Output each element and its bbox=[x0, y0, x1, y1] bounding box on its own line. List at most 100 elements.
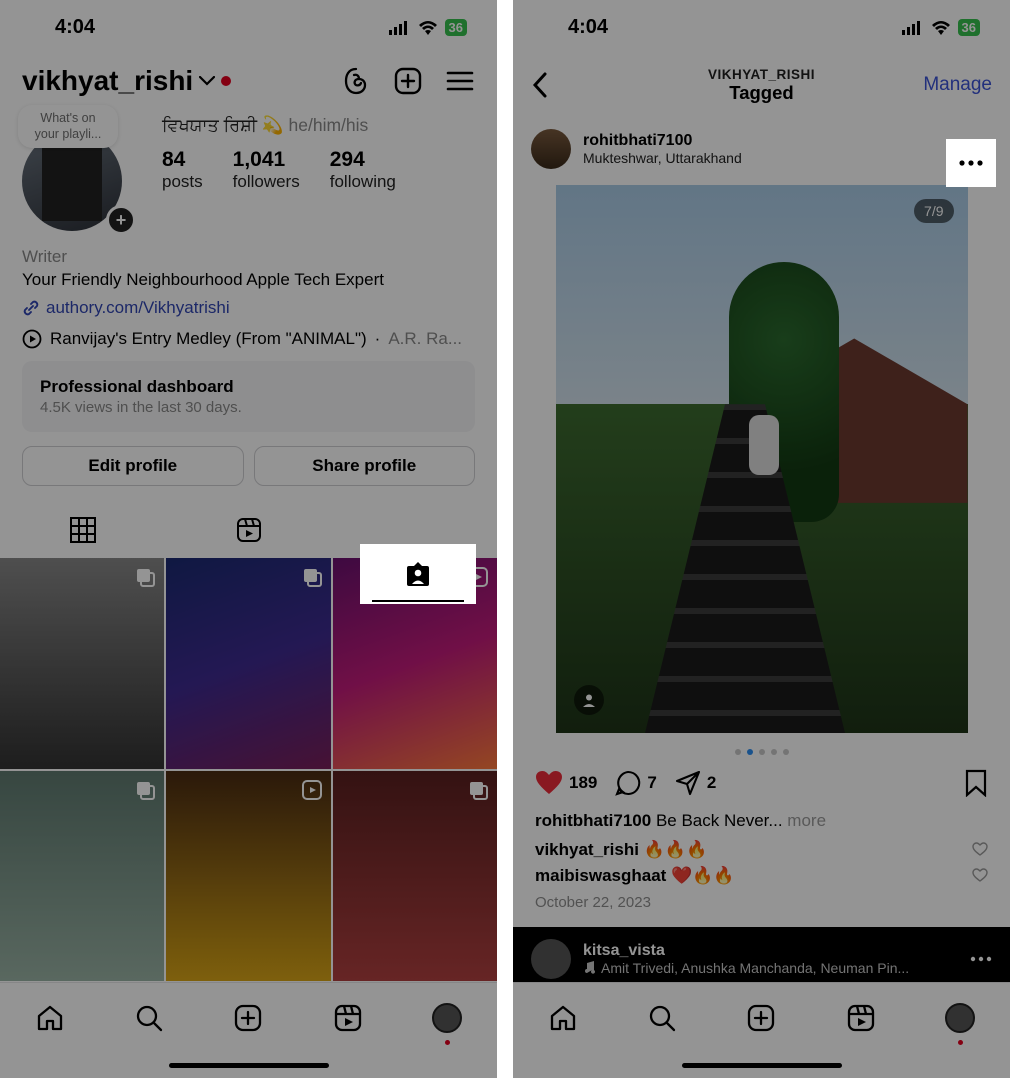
tab-reels[interactable] bbox=[166, 502, 332, 558]
share-button[interactable]: 2 bbox=[675, 770, 716, 796]
save-button[interactable] bbox=[964, 769, 988, 797]
avatar-area[interactable]: What's on your playli... + bbox=[22, 115, 132, 231]
bio: Writer Your Friendly Neighbourhood Apple… bbox=[0, 231, 497, 329]
highlight-tagged-tab[interactable] bbox=[360, 544, 476, 604]
nav-search[interactable] bbox=[643, 999, 681, 1037]
add-story-badge[interactable]: + bbox=[106, 205, 136, 235]
stat-followers[interactable]: 1,041followers bbox=[233, 148, 300, 192]
bottom-nav bbox=[513, 982, 1010, 1078]
stat-posts[interactable]: 84posts bbox=[162, 148, 203, 192]
next-more-button[interactable] bbox=[970, 956, 992, 962]
music-note-icon bbox=[583, 961, 595, 975]
music-row[interactable]: Ranvijay's Entry Medley (From "ANIMAL") … bbox=[0, 329, 497, 361]
carousel-icon bbox=[134, 566, 156, 588]
nav-profile[interactable] bbox=[428, 999, 466, 1037]
reels-icon bbox=[235, 516, 263, 544]
chevron-left-icon bbox=[531, 71, 549, 99]
post-header: rohitbhati7100 Mukteshwar, Uttarakhand bbox=[513, 119, 1010, 179]
username-dropdown[interactable]: vikhyat_rishi bbox=[22, 65, 231, 97]
battery-badge: 36 bbox=[445, 19, 467, 36]
cellular-icon bbox=[389, 21, 411, 35]
comment-icon bbox=[615, 770, 641, 796]
bio-link[interactable]: authory.com/Vikhyatrishi bbox=[22, 296, 475, 319]
nav-dot-icon bbox=[958, 1040, 963, 1045]
plus-box-icon bbox=[233, 1003, 263, 1033]
nav-home[interactable] bbox=[31, 999, 69, 1037]
reel-badge-icon bbox=[301, 779, 323, 801]
edit-profile-button[interactable]: Edit profile bbox=[22, 446, 244, 486]
action-bar: 189 7 2 bbox=[513, 769, 1010, 809]
notification-dot-icon bbox=[221, 76, 231, 86]
grid-item[interactable] bbox=[0, 558, 164, 768]
tab-grid[interactable] bbox=[0, 502, 166, 558]
bio-text: Your Friendly Neighbourhood Apple Tech E… bbox=[22, 268, 475, 291]
comment-row[interactable]: vikhyat_rishi 🔥🔥🔥 bbox=[513, 840, 1010, 860]
carousel-icon bbox=[467, 779, 489, 801]
post-date: October 22, 2023 bbox=[513, 886, 1010, 927]
home-icon bbox=[548, 1003, 578, 1033]
more-dots-icon bbox=[970, 956, 992, 962]
grid-item[interactable] bbox=[333, 771, 497, 981]
cellular-icon bbox=[902, 21, 924, 35]
manage-link[interactable]: Manage bbox=[923, 74, 992, 96]
like-button[interactable]: 189 bbox=[535, 770, 597, 796]
post-image[interactable]: 7/9 bbox=[556, 185, 968, 733]
profile-row: What's on your playli... + ਵਿਖਯਾਤ ਰਿਸ਼ੀ … bbox=[0, 115, 497, 231]
tagged-people-pill[interactable] bbox=[574, 685, 604, 715]
reels-nav-icon bbox=[846, 1003, 876, 1033]
comment-row[interactable]: maibiswasghaat ❤️🔥🔥 bbox=[513, 866, 1010, 886]
heart-outline-icon[interactable] bbox=[972, 842, 988, 857]
nav-home[interactable] bbox=[544, 999, 582, 1037]
dashboard-card[interactable]: Professional dashboard 4.5K views in the… bbox=[22, 361, 475, 432]
bio-category: Writer bbox=[22, 245, 475, 268]
tagged-icon bbox=[402, 558, 434, 590]
more-link[interactable]: more bbox=[787, 811, 826, 830]
threads-icon[interactable] bbox=[341, 66, 371, 96]
battery-badge: 36 bbox=[958, 19, 980, 36]
home-icon bbox=[35, 1003, 65, 1033]
note-bubble[interactable]: What's on your playli... bbox=[18, 105, 118, 148]
post-avatar[interactable] bbox=[531, 129, 571, 169]
music-artist: A.R. Ra... bbox=[388, 329, 462, 349]
highlight-more-button[interactable] bbox=[946, 139, 996, 187]
nav-avatar-icon bbox=[945, 1003, 975, 1033]
heart-outline-icon[interactable] bbox=[972, 868, 988, 883]
nav-search[interactable] bbox=[130, 999, 168, 1037]
post-username[interactable]: rohitbhati7100 bbox=[583, 132, 742, 150]
nav-create[interactable] bbox=[742, 999, 780, 1037]
create-icon[interactable] bbox=[393, 66, 423, 96]
nav-avatar-icon bbox=[432, 1003, 462, 1033]
grid-item[interactable] bbox=[0, 771, 164, 981]
carousel-pager bbox=[513, 749, 1010, 755]
menu-icon[interactable] bbox=[445, 69, 475, 93]
stat-following[interactable]: 294following bbox=[330, 148, 396, 192]
post-location[interactable]: Mukteshwar, Uttarakhand bbox=[583, 150, 742, 166]
status-right: 36 bbox=[389, 19, 467, 36]
grid-item[interactable] bbox=[166, 558, 330, 768]
wifi-icon bbox=[930, 20, 952, 36]
music-title: Ranvijay's Entry Medley (From "ANIMAL") bbox=[50, 329, 367, 349]
display-name: ਵਿਖਯਾਤ ਰਿਸ਼ੀ 💫 he/him/his bbox=[162, 115, 475, 136]
link-icon bbox=[22, 299, 40, 317]
nav-reels[interactable] bbox=[842, 999, 880, 1037]
nav-profile[interactable] bbox=[941, 999, 979, 1037]
post-grid bbox=[0, 558, 497, 981]
bottom-nav bbox=[0, 982, 497, 1078]
grid-icon bbox=[69, 516, 97, 544]
back-button[interactable] bbox=[531, 71, 571, 99]
grid-item[interactable] bbox=[166, 771, 330, 981]
heart-icon bbox=[535, 770, 563, 796]
next-music: Amit Trivedi, Anushka Manchanda, Neuman … bbox=[583, 960, 909, 976]
status-right: 36 bbox=[902, 19, 980, 36]
nav-reels[interactable] bbox=[329, 999, 367, 1037]
status-time: 4:04 bbox=[568, 16, 608, 39]
pronouns: he/him/his bbox=[289, 115, 369, 135]
share-profile-button[interactable]: Share profile bbox=[254, 446, 476, 486]
comment-button[interactable]: 7 bbox=[615, 770, 656, 796]
caption[interactable]: rohitbhati7100 Be Back Never... more bbox=[513, 809, 1010, 834]
carousel-counter: 7/9 bbox=[914, 199, 953, 223]
person-icon bbox=[581, 692, 597, 708]
tagged-header: VIKHYAT_RISHI Tagged Manage bbox=[513, 55, 1010, 119]
nav-create[interactable] bbox=[229, 999, 267, 1037]
plus-box-icon bbox=[746, 1003, 776, 1033]
